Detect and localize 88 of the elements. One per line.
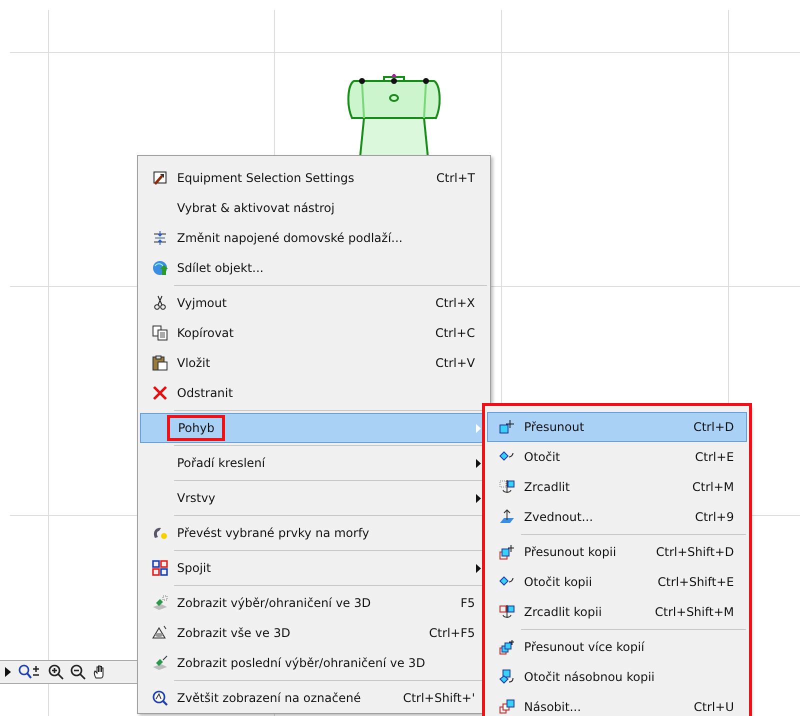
- shortcut-label: Ctrl+E: [695, 450, 734, 464]
- clipboard-icon: [152, 355, 168, 371]
- shortcut-label: Ctrl+Shift+M: [654, 605, 734, 619]
- menu-item[interactable]: Přesunout kopii Ctrl+Shift+D: [487, 537, 747, 567]
- menu-item[interactable]: Zobrazit vše ve 3D Ctrl+F5: [140, 618, 488, 648]
- globe-icon: [152, 260, 168, 276]
- menu-item[interactable]: Násobit... Ctrl+U: [487, 692, 747, 716]
- multi-rotate-icon: [499, 669, 515, 685]
- menu-item[interactable]: Vybrat & aktivovat nástroj: [140, 193, 488, 223]
- mirror-icon: [499, 479, 515, 495]
- menu-item-label: Zrcadlit: [524, 480, 571, 494]
- shortcut-label: Ctrl+F5: [429, 626, 475, 640]
- menu-item[interactable]: Vrstvy: [140, 483, 488, 513]
- shortcut-label: Ctrl+X: [435, 296, 475, 310]
- menu-item-label: Změnit napojené domovské podlaží...: [177, 231, 403, 245]
- menu-item[interactable]: Sdílet objekt...: [140, 253, 488, 283]
- menu-item-label: Pohyb: [167, 415, 226, 441]
- move-icon: [499, 419, 515, 435]
- multiply-icon: [499, 699, 515, 715]
- shortcut-label: Ctrl+Shift+E: [658, 575, 734, 589]
- shortcut-label: Ctrl+9: [694, 510, 734, 524]
- scissors-icon: [152, 295, 168, 311]
- menu-item[interactable]: Zobrazit výběr/ohraničení ve 3D F5: [140, 588, 488, 618]
- menu-item-label: Zobrazit výběr/ohraničení ve 3D: [177, 596, 371, 610]
- menu-item-label: Převést vybrané prvky na morfy: [177, 526, 370, 540]
- multi-move-icon: [499, 639, 515, 655]
- menu-item[interactable]: Odstranit: [140, 378, 488, 408]
- menu-item-label: Přesunout: [524, 420, 586, 434]
- menu-item[interactable]: Zrcadlit Ctrl+M: [487, 472, 747, 502]
- menu-item[interactable]: Vyjmout Ctrl+X: [140, 288, 488, 318]
- shortcut-label: Ctrl+C: [435, 326, 475, 340]
- menu-item[interactable]: Zobrazit poslední výběr/ohraničení ve 3D: [140, 648, 488, 678]
- menu-item-label: Pořadí kreslení: [177, 456, 266, 470]
- settings-icon: [152, 170, 168, 186]
- copy-icon: [152, 325, 168, 341]
- menu-item[interactable]: Zvětšit zobrazení na označené Ctrl+Shift+': [140, 683, 488, 713]
- menu-item[interactable]: Otočit násobnou kopii: [487, 662, 747, 692]
- menu-item[interactable]: Kopírovat Ctrl+C: [140, 318, 488, 348]
- shortcut-label: Ctrl+T: [436, 171, 475, 185]
- menu-item[interactable]: Otočit kopii Ctrl+Shift+E: [487, 567, 747, 597]
- menu-item-label: Zobrazit vše ve 3D: [177, 626, 290, 640]
- menu-item[interactable]: Spojit: [140, 553, 488, 583]
- menu-item-label: Násobit...: [524, 700, 582, 714]
- menu-item-label: Sdílet objekt...: [177, 261, 264, 275]
- menu-item[interactable]: Vložit Ctrl+V: [140, 348, 488, 378]
- menu-item[interactable]: Přesunout více kopií: [487, 632, 747, 662]
- shortcut-label: Ctrl+Shift+D: [656, 545, 734, 559]
- menu-item-label: Zvednout...: [524, 510, 594, 524]
- menu-item-label: Přesunout kopii: [524, 545, 618, 559]
- menu-item-label: Vybrat & aktivovat nástroj: [177, 201, 335, 215]
- menu-item-label: Odstranit: [177, 386, 233, 400]
- menu-item-label: Otočit kopii: [524, 575, 594, 589]
- zoom-in-icon[interactable]: [48, 664, 64, 680]
- shortcut-label: Ctrl+U: [694, 700, 734, 714]
- shortcut-label: F5: [460, 596, 475, 610]
- menu-item[interactable]: Přesunout Ctrl+D: [487, 412, 747, 442]
- menu-item-label: Vyjmout: [177, 296, 227, 310]
- menu-item[interactable]: Equipment Selection Settings Ctrl+T: [140, 163, 488, 193]
- menu-item-label: Zrcadlit kopii: [524, 605, 603, 619]
- mirror-copy-icon: [499, 604, 515, 620]
- menu-item[interactable]: Zrcadlit kopii Ctrl+Shift+M: [487, 597, 747, 627]
- menu-item[interactable]: Změnit napojené domovské podlaží...: [140, 223, 488, 253]
- shortcut-label: Ctrl+V: [435, 356, 475, 370]
- menu-item[interactable]: Převést vybrané prvky na morfy: [140, 518, 488, 548]
- zoom-out-icon[interactable]: [70, 664, 86, 680]
- menu-item-label: Zvětšit zobrazení na označené: [177, 691, 361, 705]
- menu-item-label: Vrstvy: [177, 491, 216, 505]
- delete-icon: [152, 385, 168, 401]
- menu-item-label: Otočit násobnou kopii: [524, 670, 656, 684]
- shortcut-label: Ctrl+M: [692, 480, 734, 494]
- menu-item-label: Equipment Selection Settings: [177, 171, 354, 185]
- shortcut-label: Ctrl+Shift+': [402, 691, 475, 705]
- menu-item-label: Spojit: [177, 561, 211, 575]
- cube-3d-icon: [152, 655, 168, 671]
- menu-item[interactable]: Zvednout... Ctrl+9: [487, 502, 747, 532]
- menu-item-label: Vložit: [177, 356, 210, 370]
- move-copy-icon: [499, 544, 515, 560]
- play-icon[interactable]: [4, 665, 12, 679]
- menu-item-label: Otočit: [524, 450, 562, 464]
- menu-item[interactable]: Otočit Ctrl+E: [487, 442, 747, 472]
- menu-item-label: Zobrazit poslední výběr/ohraničení ve 3D: [177, 656, 426, 670]
- shortcut-label: Ctrl+D: [693, 420, 734, 434]
- cube-3d-icon: [152, 595, 168, 611]
- menu-item[interactable]: Pořadí kreslení: [140, 448, 488, 478]
- elevate-icon: [499, 509, 515, 525]
- merge-icon: [152, 560, 168, 576]
- menu-item-label: Přesunout více kopií: [524, 640, 646, 654]
- menu-item-label: Kopírovat: [177, 326, 234, 340]
